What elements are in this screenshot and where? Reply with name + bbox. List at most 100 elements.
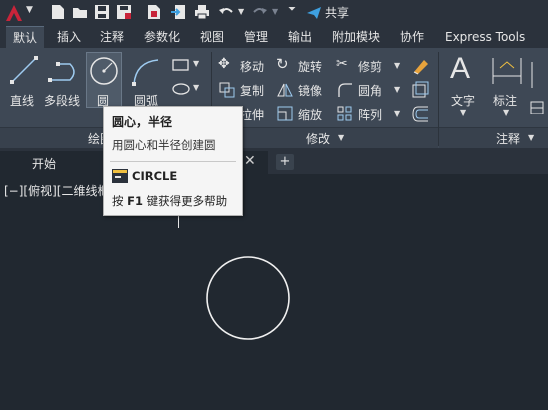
trim-icon: ✂	[336, 56, 348, 72]
copy-icon	[219, 82, 235, 98]
tooltip-divider	[110, 161, 236, 162]
array-dropdown-icon[interactable]: ▼	[394, 109, 400, 118]
app-menu-chevron-icon[interactable]: ▼	[26, 5, 33, 15]
tab-addins[interactable]: 附加模块	[325, 26, 387, 48]
annotation-panel-label: 注释	[496, 132, 521, 146]
tab-parametric[interactable]: 参数化	[137, 26, 187, 48]
tooltip-description: 用圆心和半径创建圆	[112, 138, 216, 152]
open-folder-icon[interactable]	[72, 4, 88, 20]
fillet-icon	[338, 83, 352, 97]
scale-button[interactable]: 缩放	[276, 105, 326, 123]
share-icon	[307, 6, 321, 19]
customize-qat-icon[interactable]: ⏷	[288, 4, 296, 15]
move-icon: ✥	[218, 56, 230, 72]
array-button[interactable]: 阵列 ▼	[336, 105, 402, 123]
tab-collaborate[interactable]: 协作	[393, 26, 431, 48]
tab-express-tools[interactable]: Express Tools	[438, 26, 532, 48]
dimension-label: 标注	[493, 94, 518, 108]
rotate-icon: ↻	[276, 55, 289, 73]
tab-insert[interactable]: 插入	[50, 26, 88, 48]
save-as-icon[interactable]	[116, 4, 132, 20]
fillet-label: 圆角	[358, 84, 383, 98]
circle-icon	[90, 57, 118, 85]
line-button[interactable]: 直线	[4, 52, 40, 108]
tab-annotate[interactable]: 注释	[93, 26, 131, 48]
offset-icon[interactable]	[410, 104, 430, 124]
close-tab-icon[interactable]: ✕	[244, 153, 256, 169]
redo-dropdown-icon[interactable]: ▼	[272, 7, 278, 16]
import-icon[interactable]	[170, 4, 186, 20]
text-button[interactable]: A 文字 ▼	[444, 52, 484, 122]
document-tab-strip: 开始 ✕ +	[0, 148, 548, 174]
undo-dropdown-icon[interactable]: ▼	[238, 7, 244, 16]
circle-tooltip: 圆心，半径 用圆心和半径创建圆 CIRCLE 按 F1 键获得更多帮助	[103, 106, 243, 216]
redo-icon[interactable]	[252, 4, 268, 20]
arc-button[interactable]: 圆弧	[126, 52, 166, 108]
drawn-circle[interactable]	[204, 256, 294, 346]
copy-button[interactable]: 复制	[218, 81, 268, 99]
fillet-dropdown-icon[interactable]: ▼	[394, 85, 400, 94]
stretch-label: 拉伸	[240, 108, 265, 122]
rotate-button[interactable]: ↻ 旋转	[276, 55, 326, 75]
crosshair-cursor	[178, 214, 179, 228]
annotation-panel-footer[interactable]: 注释 ▼	[439, 127, 548, 149]
mirror-label: 镜像	[298, 84, 323, 98]
cloud-save-icon[interactable]	[146, 4, 162, 20]
mirror-button[interactable]: 镜像	[276, 81, 326, 99]
array-icon	[337, 106, 352, 121]
tooltip-help: 按 F1 键获得更多帮助	[112, 193, 227, 209]
viewport-controls[interactable]: [−][俯视][二维线框]	[4, 182, 114, 199]
leader-icon[interactable]	[530, 58, 544, 114]
trim-label: 修剪	[358, 60, 383, 74]
explode-icon[interactable]	[410, 80, 430, 100]
text-dropdown-icon[interactable]: ▼	[460, 108, 466, 117]
tab-manage[interactable]: 管理	[237, 26, 275, 48]
move-label: 移动	[240, 60, 265, 74]
modify-panel-label: 修改	[306, 132, 331, 146]
trim-dropdown-icon[interactable]: ▼	[394, 61, 400, 70]
scale-icon	[277, 106, 293, 121]
dimension-dropdown-icon[interactable]: ▼	[503, 108, 509, 117]
ellipse-icon[interactable]	[172, 82, 190, 96]
fillet-button[interactable]: 圆角 ▼	[336, 81, 402, 99]
dimension-button[interactable]: 标注 ▼	[488, 52, 526, 122]
arc-icon	[132, 59, 159, 86]
ellipse-dropdown-icon[interactable]: ▼	[193, 83, 199, 92]
tooltip-title: 圆心，半径	[112, 115, 173, 129]
tooltip-help-prefix: 按	[112, 194, 128, 208]
rectangle-dropdown-icon[interactable]: ▼	[193, 59, 199, 68]
share-button[interactable]: 共享	[306, 4, 349, 21]
rotate-label: 旋转	[298, 60, 323, 74]
tooltip-command: CIRCLE	[132, 169, 178, 183]
print-icon[interactable]	[194, 4, 210, 20]
mirror-icon	[277, 83, 293, 97]
tab-default[interactable]: 默认	[6, 26, 45, 48]
doc-tab-label: 开始	[32, 157, 57, 171]
trim-button[interactable]: ✂ 修剪 ▼	[336, 56, 402, 75]
ribbon-tabs: 默认 插入 注释 参数化 视图 管理 输出 附加模块 协作 Express To…	[0, 26, 548, 48]
tab-output[interactable]: 输出	[281, 26, 319, 48]
polyline-label: 多段线	[44, 94, 81, 108]
save-icon[interactable]	[94, 4, 110, 20]
tab-view[interactable]: 视图	[193, 26, 231, 48]
undo-icon[interactable]	[218, 4, 234, 20]
modify-expand-icon[interactable]: ▼	[338, 133, 344, 142]
app-logo-icon[interactable]	[4, 3, 24, 23]
erase-icon[interactable]	[410, 56, 430, 76]
tooltip-help-suffix: 键获得更多帮助	[143, 194, 228, 208]
new-file-icon[interactable]	[50, 4, 66, 20]
polyline-button[interactable]: 多段线	[42, 52, 84, 108]
scale-label: 缩放	[298, 108, 323, 122]
move-button[interactable]: ✥ 移动	[218, 56, 268, 75]
modify-panel-footer[interactable]: 修改 ▼	[212, 127, 438, 149]
circle-button[interactable]: 圆	[86, 52, 122, 108]
rectangle-icon[interactable]	[172, 58, 190, 72]
tooltip-help-key: F1	[127, 194, 144, 208]
text-label: 文字	[451, 94, 476, 108]
annotation-expand-icon[interactable]: ▼	[528, 133, 534, 142]
copy-label: 复制	[240, 84, 265, 98]
text-icon: A	[450, 52, 471, 85]
new-tab-button[interactable]: +	[276, 154, 294, 170]
polyline-icon	[48, 62, 75, 82]
drawing-canvas[interactable]: [−][俯视][二维线框]	[0, 174, 548, 410]
